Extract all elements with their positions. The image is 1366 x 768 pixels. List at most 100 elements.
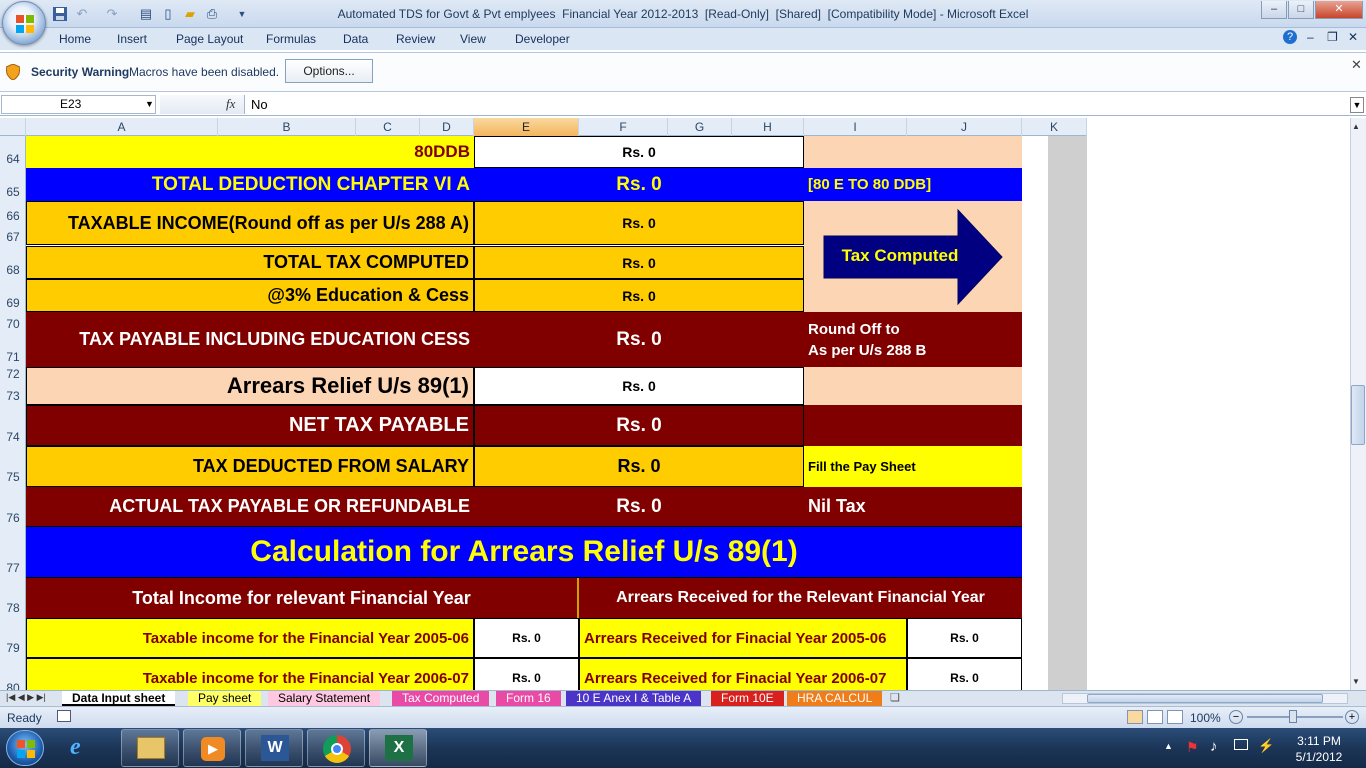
- tab-data[interactable]: Data: [343, 32, 368, 46]
- macro-options-button[interactable]: Options...: [285, 59, 373, 83]
- row-header[interactable]: 67: [0, 230, 25, 244]
- value-taxable-income-2006-07[interactable]: Rs. 0: [474, 658, 579, 690]
- close-window-button[interactable]: ✕: [1315, 1, 1363, 19]
- value-actual-tax-payable[interactable]: Rs. 0: [474, 487, 804, 526]
- value-tax-payable-incl-cess[interactable]: Rs. 0: [474, 312, 804, 367]
- insert-sheet-icon[interactable]: ❏: [890, 691, 900, 704]
- tab-view[interactable]: View: [460, 32, 486, 46]
- taskbar-media-player[interactable]: ▶: [183, 729, 241, 767]
- arrears-relief-section-title[interactable]: Calculation for Arrears Relief U/s 89(1): [26, 526, 1022, 578]
- column-header-k[interactable]: K: [1022, 118, 1087, 136]
- row-header[interactable]: 72: [0, 367, 25, 381]
- tab-developer[interactable]: Developer: [515, 32, 570, 46]
- minimize-button[interactable]: –: [1261, 1, 1287, 19]
- label-tax-payable-incl-cess[interactable]: TAX PAYABLE INCLUDING EDUCATION CESS: [26, 312, 474, 367]
- column-header-b[interactable]: B: [218, 118, 356, 136]
- vertical-scroll-thumb[interactable]: [1351, 385, 1365, 445]
- quick-print-icon[interactable]: ⎙: [204, 6, 220, 22]
- new-document-icon[interactable]: ▯: [160, 6, 176, 22]
- row-header[interactable]: 76: [0, 511, 25, 525]
- taskbar-word[interactable]: W: [245, 729, 303, 767]
- label-education-cess[interactable]: @3% Education & Cess: [26, 279, 474, 312]
- maximize-button[interactable]: □: [1288, 1, 1314, 19]
- select-all-corner[interactable]: [0, 118, 26, 136]
- sheet-tab-tax-computed[interactable]: Tax Computed: [392, 691, 490, 706]
- show-hidden-icons[interactable]: ▲: [1164, 741, 1173, 751]
- label-actual-tax-payable[interactable]: ACTUAL TAX PAYABLE OR REFUNDABLE: [26, 487, 474, 526]
- row-header[interactable]: 65: [0, 185, 25, 199]
- save-icon[interactable]: [52, 6, 68, 22]
- value-total-deduction[interactable]: Rs. 0: [474, 168, 804, 201]
- zoom-level[interactable]: 100%: [1190, 711, 1221, 725]
- horizontal-scrollbar[interactable]: [1062, 693, 1348, 704]
- row-header[interactable]: 78: [0, 601, 25, 615]
- page-layout-view-icon[interactable]: [1147, 710, 1163, 724]
- label-tax-deducted[interactable]: TAX DEDUCTED FROM SALARY: [26, 446, 474, 487]
- normal-view-icon[interactable]: [1127, 710, 1143, 724]
- tax-computed-arrow-label[interactable]: Tax Computed: [824, 236, 976, 276]
- row-header[interactable]: 80: [0, 681, 25, 690]
- volume-icon[interactable]: ♪: [1210, 738, 1218, 755]
- sheet-tab-10e-annex[interactable]: 10 E Anex I & Table A: [566, 691, 702, 706]
- sheet-tab-salary-statement[interactable]: Salary Statement: [268, 691, 381, 706]
- value-arrears-relief[interactable]: Rs. 0: [474, 367, 804, 405]
- value-arrears-2006-07[interactable]: Rs. 0: [907, 658, 1022, 690]
- row-header[interactable]: 66: [0, 209, 25, 223]
- label-arrears-relief[interactable]: Arrears Relief U/s 89(1): [26, 367, 474, 405]
- row-header[interactable]: 74: [0, 430, 25, 444]
- value-arrears-2005-06[interactable]: Rs. 0: [907, 618, 1022, 658]
- column-header-d[interactable]: D: [420, 118, 474, 136]
- horizontal-scroll-thumb[interactable]: [1087, 694, 1323, 703]
- workbook-close-icon[interactable]: ✕: [1348, 30, 1358, 44]
- note-fill-pay-sheet[interactable]: Fill the Pay Sheet: [804, 446, 1022, 487]
- tab-formulas[interactable]: Formulas: [266, 32, 316, 46]
- office-button[interactable]: [2, 1, 46, 45]
- macro-record-icon[interactable]: [57, 710, 71, 722]
- row-header[interactable]: 73: [0, 389, 25, 403]
- label-arrears-2006-07[interactable]: Arrears Received for Finacial Year 2006-…: [579, 658, 907, 690]
- action-center-icon[interactable]: ⚑: [1186, 739, 1199, 756]
- worksheet-grid[interactable]: 80DDB Rs. 0 TOTAL DEDUCTION CHAPTER VI A…: [26, 136, 1087, 690]
- power-icon[interactable]: ⚡: [1258, 738, 1274, 754]
- expand-formula-bar-icon[interactable]: ▼: [1350, 97, 1364, 113]
- row-header[interactable]: 71: [0, 350, 25, 364]
- value-tax-deducted[interactable]: Rs. 0: [474, 446, 804, 487]
- note-round-off[interactable]: Round Off to As per U/s 288 B: [804, 312, 1022, 367]
- zoom-in-icon[interactable]: +: [1345, 710, 1359, 724]
- label-net-tax-payable[interactable]: NET TAX PAYABLE: [26, 405, 474, 446]
- header-total-income[interactable]: Total Income for relevant Financial Year: [26, 578, 579, 618]
- first-sheet-icon[interactable]: |◀ ◀ ▶ ▶|: [6, 692, 46, 703]
- scroll-down-icon[interactable]: ▼: [1352, 677, 1360, 686]
- network-icon[interactable]: [1234, 739, 1248, 750]
- column-header-h[interactable]: H: [732, 118, 804, 136]
- value-taxable-income[interactable]: Rs. 0: [474, 201, 804, 245]
- row-header[interactable]: 75: [0, 470, 25, 484]
- tab-review[interactable]: Review: [396, 32, 435, 46]
- tab-page-layout[interactable]: Page Layout: [176, 32, 243, 46]
- tab-insert[interactable]: Insert: [117, 32, 147, 46]
- sheet-tab-form-16[interactable]: Form 16: [496, 691, 561, 706]
- customize-toolbar-icon[interactable]: ▼: [234, 6, 250, 22]
- row-header[interactable]: 64: [0, 152, 25, 166]
- redo-icon[interactable]: ↷: [104, 6, 120, 22]
- column-header-i[interactable]: I: [804, 118, 907, 136]
- label-taxable-income[interactable]: TAXABLE INCOME(Round off as per U/s 288 …: [26, 201, 474, 245]
- row-header[interactable]: 69: [0, 296, 25, 310]
- value-80ddb[interactable]: Rs. 0: [474, 136, 804, 168]
- column-header-g[interactable]: G: [668, 118, 732, 136]
- sheet-tab-pay-sheet[interactable]: Pay sheet: [188, 691, 262, 706]
- taskbar-explorer[interactable]: [121, 729, 179, 767]
- formula-input[interactable]: No: [251, 97, 268, 112]
- row-header[interactable]: 77: [0, 561, 25, 575]
- column-header-c[interactable]: C: [356, 118, 420, 136]
- header-arrears-received[interactable]: Arrears Received for the Relevant Financ…: [579, 578, 1022, 618]
- sheet-tab-form-10e[interactable]: Form 10E: [711, 691, 784, 706]
- column-header-a[interactable]: A: [26, 118, 218, 136]
- start-button[interactable]: [6, 730, 44, 766]
- note-total-deduction[interactable]: [80 E TO 80 DDB]: [804, 168, 1022, 201]
- insert-function-icon[interactable]: fx: [226, 96, 235, 112]
- taskbar-excel[interactable]: X: [369, 729, 427, 767]
- value-taxable-income-2005-06[interactable]: Rs. 0: [474, 618, 579, 658]
- sheet-tab-data-input[interactable]: Data Input sheet: [62, 691, 176, 706]
- tab-home[interactable]: Home: [59, 32, 91, 46]
